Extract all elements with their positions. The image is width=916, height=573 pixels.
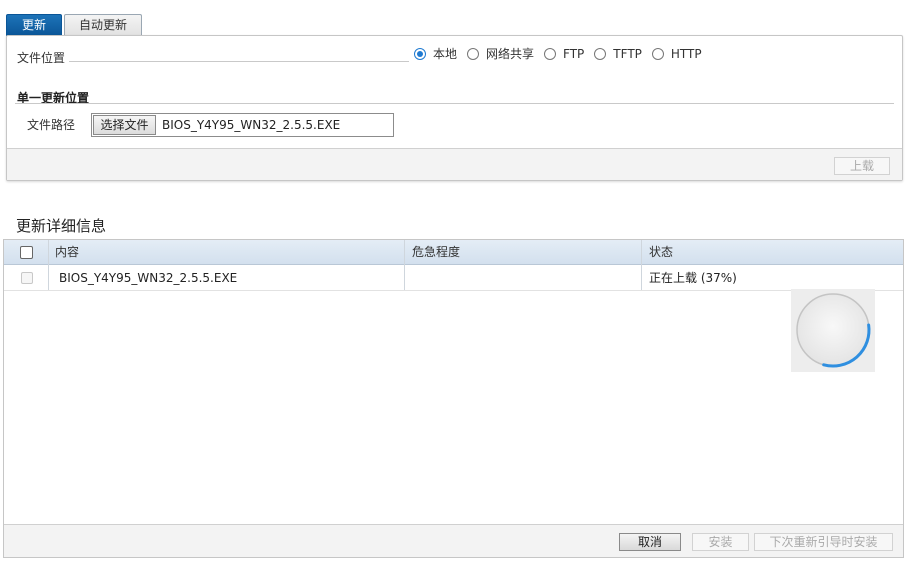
- radio-ftp[interactable]: [544, 47, 557, 60]
- loading-spinner: [791, 289, 875, 372]
- file-location-label: 文件位置: [17, 51, 66, 65]
- radio-tftp[interactable]: [594, 47, 607, 60]
- file-path-label: 文件路径: [27, 118, 76, 132]
- radio-ftp-label: FTP: [563, 46, 585, 61]
- table-row[interactable]: BIOS_Y4Y95_WN32_2.5.5.EXE 正在上载 (37%): [4, 265, 903, 291]
- cancel-button[interactable]: 取消: [619, 533, 681, 551]
- upload-panel: 文件位置 本地 网络共享 FTP TFTP HTTP 单一更新位置 文件路径 选…: [6, 35, 903, 181]
- radio-option-network-share[interactable]: 网络共享: [467, 45, 534, 62]
- install-next-reboot-button[interactable]: 下次重新引导时安装: [754, 533, 893, 551]
- radio-option-tftp[interactable]: TFTP: [594, 47, 642, 61]
- radio-http[interactable]: [651, 47, 664, 60]
- radio-option-local[interactable]: 本地: [414, 45, 457, 62]
- upload-panel-footer: 上载: [7, 148, 902, 180]
- update-details-title: 更新详细信息: [16, 217, 107, 235]
- column-header-criticality[interactable]: 危急程度: [412, 240, 460, 265]
- row-status-cell: 正在上载 (37%): [649, 271, 737, 285]
- radio-tftp-label: TFTP: [613, 46, 642, 61]
- file-path-input[interactable]: 选择文件 BIOS_Y4Y95_WN32_2.5.5.EXE: [91, 113, 394, 137]
- tab-auto-update[interactable]: 自动更新: [64, 14, 142, 36]
- file-location-radio-group: 本地 网络共享 FTP TFTP HTTP: [414, 45, 712, 62]
- table-header: 内容 危急程度 状态: [4, 240, 903, 265]
- column-header-content[interactable]: 内容: [55, 240, 79, 265]
- radio-local[interactable]: [414, 47, 426, 60]
- divider: [15, 103, 894, 104]
- tab-update[interactable]: 更新: [6, 14, 62, 36]
- radio-option-http[interactable]: HTTP: [651, 46, 702, 61]
- radio-network-share-label: 网络共享: [486, 47, 535, 61]
- upload-button[interactable]: 上载: [834, 157, 890, 175]
- update-details-table: 内容 危急程度 状态 BIOS_Y4Y95_WN32_2.5.5.EXE 正在上…: [3, 239, 904, 558]
- row-checkbox[interactable]: [21, 272, 33, 284]
- column-header-status[interactable]: 状态: [649, 240, 673, 265]
- radio-local-label: 本地: [433, 47, 458, 61]
- radio-option-ftp[interactable]: FTP: [544, 47, 584, 61]
- install-button[interactable]: 安装: [692, 533, 749, 551]
- choose-file-button[interactable]: 选择文件: [93, 115, 156, 135]
- row-content-cell: BIOS_Y4Y95_WN32_2.5.5.EXE: [59, 271, 238, 285]
- divider: [69, 61, 409, 62]
- spinner-icon: [796, 293, 871, 368]
- radio-network-share[interactable]: [467, 47, 480, 60]
- radio-http-label: HTTP: [670, 46, 702, 61]
- selected-file-name: BIOS_Y4Y95_WN32_2.5.5.EXE: [162, 118, 341, 132]
- table-footer: 取消 安装 下次重新引导时安装: [4, 524, 903, 557]
- select-all-checkbox[interactable]: [20, 246, 33, 259]
